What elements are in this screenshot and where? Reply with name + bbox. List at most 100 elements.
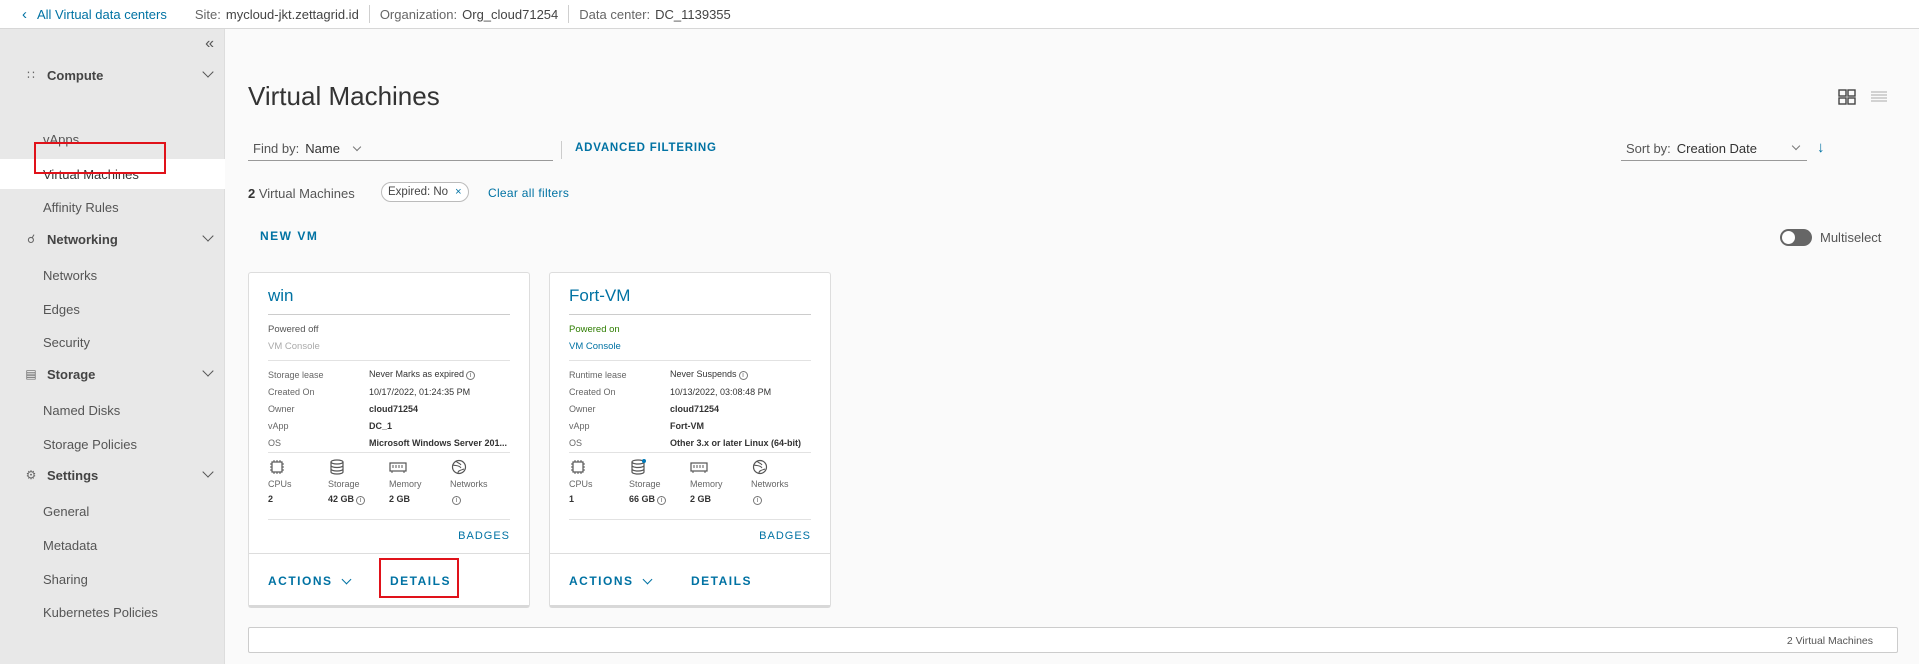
sidebar-item-affinity-rules[interactable]: Affinity Rules [0,192,225,222]
site-crumb: Site: mycloud-jkt.zettagrid.id [194,6,359,22]
highlight-box-virtual-machines [34,142,166,174]
resource-storage: Storage 42 GB i [328,459,388,505]
resource-memory: Memory 2 GB [690,459,750,504]
chevron-down-icon [352,142,362,151]
multiselect-label: Multiselect [1820,230,1882,245]
top-breadcrumb-bar: ‹ All Virtual data centers Site: mycloud… [0,0,1919,29]
actions-dropdown[interactable]: ACTIONS [569,574,652,588]
prop-owner: Owner cloud71254 [569,403,720,414]
chevron-down-icon [202,230,214,242]
power-status: Powered on [569,324,620,335]
new-vm-button[interactable]: NEW VM [260,229,318,243]
network-globe-icon [752,459,768,475]
organization-crumb: Organization: Org_cloud71254 [368,5,568,23]
card-view-icon[interactable] [1838,89,1856,105]
memory-icon [389,462,407,473]
vm-console-link[interactable]: VM Console [569,341,621,352]
list-view-icon[interactable] [1870,89,1888,105]
multiselect-toggle[interactable] [1780,229,1812,246]
info-icon[interactable]: i [452,496,461,505]
sidebar-item-named-disks[interactable]: Named Disks [0,395,225,425]
prop-os: OS Other 3.x or later Linux (64-bit) [569,437,802,448]
vm-name-link[interactable]: Fort-VM [569,286,630,306]
close-icon[interactable]: × [455,186,461,198]
network-globe-icon [451,459,467,475]
power-status: Powered off [268,324,319,335]
sidebar-item-metadata[interactable]: Metadata [0,530,225,560]
prop-created: Created On 10/13/2022, 03:08:48 PM [569,386,772,397]
sidebar-item-edges[interactable]: Edges [0,294,225,324]
sidebar-section-settings[interactable]: ⚙ Settings [0,462,225,488]
sidebar-item-sharing[interactable]: Sharing [0,564,225,594]
back-label: All Virtual data centers [37,6,167,22]
chevron-down-icon [202,466,214,478]
divider [561,141,562,159]
resource-cpus: CPUs 2 [268,459,328,504]
filter-chip-expired: Expired: No × [381,182,469,202]
grid-footer: 2 Virtual Machines [248,627,1898,653]
globe-icon: ☌ [26,232,36,246]
highlight-box-details [379,558,459,598]
collapse-sidebar-icon[interactable]: « [205,35,214,53]
prop-owner: Owner cloud71254 [268,403,419,414]
database-icon [631,459,646,475]
resource-networks: Networks i [751,459,811,505]
vm-properties: Runtime lease Never Suspends i Created On 1… [569,366,814,451]
sidebar-section-networking[interactable]: ☌ Networking [0,226,225,252]
data-center-crumb: Data center: DC_1139355 [568,5,740,23]
database-icon [330,459,344,475]
sort-direction-arrow-icon[interactable]: ↓ [1817,139,1825,156]
sidebar-item-storage-policies[interactable]: Storage Policies [0,429,225,459]
chevron-down-icon [642,574,652,584]
memory-icon [690,462,708,473]
badges-button[interactable]: BADGES [759,530,811,542]
sidebar-item-security[interactable]: Security [0,327,225,357]
prop-vapp: vApp DC_1 [268,420,393,431]
clear-all-filters-link[interactable]: Clear all filters [488,186,569,200]
resource-networks: Networks i [450,459,510,505]
grid-dots-icon: ∷ [27,68,35,82]
info-icon[interactable]: i [356,496,366,505]
vm-card-fort-vm: Fort-VM Powered on VM Console Runtime le… [549,272,831,608]
main-content: Virtual Machines Find by: Name ADVANCED … [226,29,1919,664]
database-icon: ▤ [25,367,37,381]
footer-vm-count: 2 Virtual Machines [1786,635,1873,647]
chevron-down-icon [202,365,214,377]
sidebar-item-general[interactable]: General [0,496,225,526]
find-by-select[interactable]: Find by: Name [248,137,553,161]
resource-cpus: CPUs 1 [569,459,629,504]
cpu-icon [270,460,284,474]
advanced-filtering-button[interactable]: ADVANCED FILTERING [575,142,717,154]
back-to-vdcs-link[interactable]: ‹ All Virtual data centers [22,6,167,23]
prop-lease: Runtime lease Never Suspends i [569,366,814,383]
prop-vapp: vApp Fort-VM [569,420,704,431]
page-title: Virtual Machines [248,81,440,111]
info-icon[interactable]: i [657,496,667,505]
actions-dropdown[interactable]: ACTIONS [268,574,351,588]
chevron-down-icon [1791,141,1801,151]
sidebar-section-storage[interactable]: ▤ Storage [0,361,225,387]
badges-button[interactable]: BADGES [458,530,510,542]
vm-count: 2 Virtual Machines [248,186,355,201]
vm-card-win: win Powered off VM Console Storage lease… [248,272,530,608]
prop-created: Created On 10/17/2022, 01:24:35 PM [268,386,471,397]
chevron-left-icon: ‹ [22,5,27,23]
chevron-down-icon [341,574,351,584]
sidebar-item-kubernetes-policies[interactable]: Kubernetes Policies [0,597,225,627]
vm-properties: Storage lease Never Marks as expired i Cre… [268,366,513,451]
chevron-down-icon [202,66,214,78]
details-button[interactable]: DETAILS [691,574,752,588]
prop-lease: Storage lease Never Marks as expired i [268,366,513,383]
prop-os: OS Microsoft Windows Server 201... [268,437,507,448]
resource-storage: Storage 66 GB i [629,459,689,505]
gear-icon: ⚙ [25,468,37,482]
info-icon[interactable]: i [466,371,476,380]
vm-name-link[interactable]: win [268,286,294,306]
sidebar-section-compute[interactable]: ∷ Compute [0,62,225,88]
sort-by-select[interactable]: Sort by: Creation Date [1621,137,1807,161]
resource-memory: Memory 2 GB [389,459,449,504]
sidebar-item-networks[interactable]: Networks [0,260,225,290]
info-icon[interactable]: i [738,371,748,380]
info-icon[interactable]: i [753,496,762,505]
vm-console-link: VM Console [268,341,320,352]
